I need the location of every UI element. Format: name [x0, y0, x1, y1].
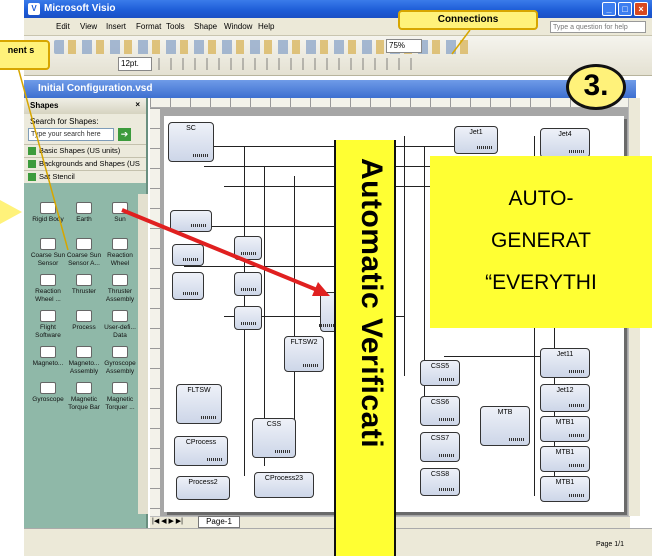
- auto-line-2: GENERAT: [491, 229, 591, 252]
- step-badge: 3.: [566, 64, 626, 110]
- callout-pointer: [15, 59, 69, 251]
- verification-banner: Automatic Verificati: [334, 140, 396, 556]
- component-callout: nent s: [0, 40, 50, 70]
- red-arrow-line: [121, 208, 323, 294]
- connections-callout: Connections: [398, 10, 538, 30]
- auto-generate-box: AUTO- GENERAT “EVERYTHI: [430, 156, 652, 328]
- auto-line-3: “EVERYTHI: [485, 271, 597, 294]
- left-arrow-shape: [0, 200, 22, 224]
- auto-line-1: AUTO-: [508, 187, 574, 210]
- verification-text: Automatic Verificati: [355, 158, 388, 449]
- callout-pointer: [451, 29, 471, 55]
